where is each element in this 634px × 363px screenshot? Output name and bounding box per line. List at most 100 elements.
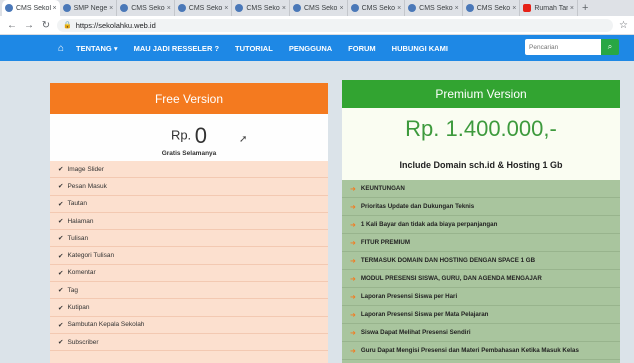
premium-feature-item: ➜ KEUNTUNGAN [342,180,620,198]
tab-favicon-icon [523,4,532,12]
check-icon: ✔ [58,200,64,208]
browser-tab[interactable]: CMS Sekolah× [290,0,348,16]
check-icon: ✔ [58,339,64,347]
free-feature-label: Kategori Tulisan [67,252,115,260]
free-feature-item: ✔ Image Slider [50,161,328,179]
pricing-section: Free Version Rp. 0 Gratis Selamanya ➚ ✔ I… [0,61,634,363]
search-input[interactable] [525,39,601,55]
arrow-right-icon: ➜ [350,185,356,193]
premium-feature-item: ➜ 1 Kali Bayar dan tidak ada biaya perpan… [342,216,620,234]
check-icon: ✔ [58,287,64,295]
tab-title: CMS Sekolah [246,4,280,12]
browser-tab[interactable]: SMP Negeri× [60,0,118,16]
free-feature-item: ✔ Kategori Tulisan [50,247,328,265]
site-search: ⌕ [525,39,619,55]
arrow-right-icon: ➜ [350,347,356,355]
browser-tab[interactable]: CMS Sekolah× [232,0,290,16]
browser-tab[interactable]: CMS Sekolah× [348,0,406,16]
forward-icon[interactable]: → [23,20,35,31]
browser-tab[interactable]: CMS Sekolah× [117,0,175,16]
browser-tab[interactable]: CMS Sekolah× [175,0,233,16]
browser-tab[interactable]: CMS Sekolah× [405,0,463,16]
free-feature-item: ✔ Sambutan Kepala Sekolah [50,317,328,334]
nav-tentang[interactable]: TENTANG ▾ [76,44,118,53]
free-price-value: 0 [194,123,208,148]
free-price: Rp. 0 [50,123,328,149]
premium-feature-item: ➜ Laporan Presensi Siswa per Hari [342,288,620,306]
free-feature-item: ✔ Subscriber [50,334,328,352]
tab-close-icon[interactable]: × [339,5,343,12]
tab-close-icon[interactable]: × [167,5,171,12]
tab-favicon-icon [465,4,474,12]
premium-card-title: Premium Version [342,80,620,108]
check-icon: ✔ [58,269,64,277]
tab-close-icon[interactable]: × [282,5,286,12]
home-icon[interactable]: ⌂ [58,43,64,54]
free-feature-item: ✔ Tulisan [50,230,328,248]
tab-title: CMS Sekolah [419,4,453,12]
tab-title: CMS Sekolah [476,4,511,12]
free-feature-label: Tag [67,286,78,294]
tab-close-icon[interactable]: × [53,5,57,12]
check-icon: ✔ [58,218,64,226]
browser-tab[interactable]: CMS Sekolah× [463,0,521,16]
browser-address-bar: ← → ↻ 🔒 https://sekolahku.web.id ☆ [0,16,634,35]
tab-favicon-icon [235,4,244,12]
premium-feature-item: ➜ MODUL PRESENSI SISWA, GURU, DAN AGENDA … [342,270,620,288]
free-card-title: Free Version [50,83,328,114]
tab-close-icon[interactable]: × [570,5,574,12]
tab-title: CMS Sekolah [303,4,338,12]
arrow-right-icon: ➜ [350,257,356,265]
premium-feature-label: Laporan Presensi Siswa per Hari [360,293,458,300]
check-icon: ✔ [58,235,64,243]
reload-icon[interactable]: ↻ [40,20,52,31]
tab-close-icon[interactable]: × [224,5,228,12]
search-icon: ⌕ [607,42,613,51]
free-feature-item: ✔ Tautan [50,196,328,213]
browser-tab-strip: CMS Sekolah×SMP Negeri×CMS Sekolah×CMS S… [0,0,634,16]
premium-feature-item: ➜ Laporan Presensi Siswa per Mata Pelajar… [342,306,620,324]
free-feature-item: ✔ Komentar [50,265,328,283]
mouse-cursor-icon: ➚ [239,134,248,145]
premium-feature-label: TERMASUK DOMAIN DAN HOSTING DENGAN SPACE… [360,257,536,264]
arrow-right-icon: ➜ [350,293,356,301]
tab-title: Rumah Tangga [534,4,568,12]
free-feature-label: Tulisan [67,234,89,242]
nav-resseler[interactable]: MAU JADI RESSELER ? [134,44,219,53]
free-feature-item: ✔ Halaman [50,213,328,231]
free-feature-label: Sambutan Kepala Sekolah [67,321,145,329]
premium-price-box: Rp. 1.400.000,- Include Domain sch.id & … [342,108,620,180]
browser-tab[interactable]: CMS Sekolah× [2,0,60,16]
nav-tutorial[interactable]: TUTORIAL [235,44,273,53]
arrow-right-icon: ➜ [350,221,356,229]
free-subtitle: Gratis Selamanya [161,150,217,157]
browser-tab[interactable]: Rumah Tangga× [520,0,578,16]
search-button[interactable]: ⌕ [601,39,619,55]
premium-feature-label: Prioritas Update dan Dukungan Teknis [360,203,475,210]
tab-close-icon[interactable]: × [455,5,459,12]
free-feature-label: Komentar [67,269,96,277]
tab-close-icon[interactable]: × [512,5,516,12]
tab-close-icon[interactable]: × [397,5,401,12]
nav-hubungi-kami[interactable]: HUBUNGI KAMI [392,44,448,53]
arrow-right-icon: ➜ [350,203,356,211]
premium-feature-label: KEUNTUNGAN [360,185,405,192]
tab-favicon-icon [62,4,71,12]
premium-feature-label: Siswa Dapat Melihat Presensi Sendiri [360,329,471,336]
tab-close-icon[interactable]: × [109,5,113,12]
url-field[interactable]: 🔒 https://sekolahku.web.id [57,18,614,32]
lock-icon: 🔒 [63,22,72,29]
free-version-card: Free Version Rp. 0 Gratis Selamanya ➚ ✔ I… [50,83,328,363]
arrow-right-icon: ➜ [350,275,356,283]
new-tab-button[interactable]: + [578,2,592,14]
nav-forum[interactable]: FORUM [348,44,376,53]
premium-subtitle: Include Domain sch.id & Hosting 1 Gb [399,160,563,170]
free-feature-label: Tautan [67,200,87,208]
premium-feature-item: ➜ TERMASUK DOMAIN DAN HOSTING DENGAN SPAC… [342,252,620,270]
premium-feature-label: MODUL PRESENSI SISWA, GURU, DAN AGENDA M… [360,275,542,282]
bookmark-star-icon[interactable]: ☆ [619,20,628,31]
tab-title: CMS Sekolah [188,4,223,12]
free-feature-label: Subscriber [67,338,99,346]
back-icon[interactable]: ← [6,20,18,31]
nav-pengguna[interactable]: PENGGUNA [289,44,332,53]
